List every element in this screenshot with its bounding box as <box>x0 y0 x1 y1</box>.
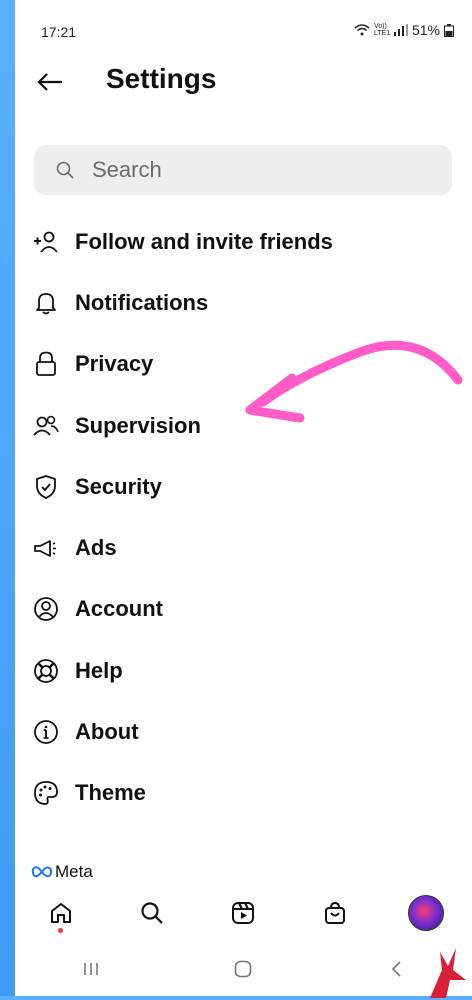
palette-icon <box>32 779 60 807</box>
settings-menu: Follow and invite friends Notifications … <box>15 211 472 824</box>
lifebuoy-icon <box>32 657 60 685</box>
info-icon <box>32 718 60 746</box>
menu-item-supervision[interactable]: Supervision <box>15 395 472 456</box>
menu-item-label: About <box>75 719 139 745</box>
search-nav-icon[interactable] <box>130 891 174 935</box>
menu-item-label: Notifications <box>75 289 209 315</box>
menu-item-help[interactable]: Help <box>15 640 472 701</box>
search-icon <box>56 160 76 180</box>
menu-item-privacy[interactable]: Privacy <box>15 334 472 395</box>
menu-item-follow-invite[interactable]: Follow and invite friends <box>15 211 472 272</box>
search-placeholder: Search <box>92 157 162 182</box>
menu-item-label: Follow and invite friends <box>75 228 333 254</box>
network-label: Vo)) LTE1 <box>373 23 391 37</box>
menu-item-label: Account <box>75 596 163 622</box>
status-bar: 17:21 Vo)) LTE1 51% <box>15 0 472 60</box>
menu-item-label: Security <box>75 473 162 499</box>
home-button-icon[interactable] <box>223 949 263 989</box>
phone-screen: 17:21 Vo)) LTE1 51% Settings Search Foll… <box>15 0 472 996</box>
megaphone-icon <box>32 534 60 562</box>
menu-item-ads[interactable]: Ads <box>15 517 472 578</box>
menu-item-label: Theme <box>75 780 146 806</box>
avatar <box>408 895 445 931</box>
notification-dot <box>58 928 64 933</box>
signal-icon <box>393 24 408 36</box>
page-header: Settings <box>15 55 472 105</box>
shield-check-icon <box>32 473 60 501</box>
back-nav-icon[interactable] <box>376 949 416 989</box>
search-input[interactable]: Search <box>34 145 452 195</box>
battery-icon <box>444 23 454 37</box>
menu-item-security[interactable]: Security <box>15 456 472 517</box>
menu-item-about[interactable]: About <box>15 701 472 762</box>
menu-item-label: Help <box>75 657 123 683</box>
arrow-left-icon[interactable] <box>33 65 67 99</box>
lock-icon <box>32 350 60 378</box>
red-splash-icon <box>430 948 466 998</box>
page-title: Settings <box>106 63 217 94</box>
menu-item-theme[interactable]: Theme <box>15 763 472 824</box>
bottom-nav <box>15 885 472 941</box>
meta-infinity-icon <box>31 866 53 878</box>
meta-brand-text: Meta <box>55 862 93 881</box>
reels-icon[interactable] <box>221 891 265 935</box>
menu-item-account[interactable]: Account <box>15 579 472 640</box>
menu-item-notifications[interactable]: Notifications <box>15 272 472 333</box>
bell-icon <box>32 289 60 317</box>
status-time: 17:21 <box>41 24 77 40</box>
status-indicators: Vo)) LTE1 51% <box>354 22 454 38</box>
battery-text: 51% <box>411 22 440 38</box>
wifi-icon <box>354 24 370 36</box>
profile-avatar[interactable] <box>404 891 448 935</box>
meta-logo: Meta <box>31 862 93 882</box>
people-icon <box>32 412 60 440</box>
system-nav-bar <box>15 942 472 996</box>
home-icon[interactable] <box>39 891 83 935</box>
menu-item-label: Supervision <box>75 412 201 438</box>
menu-item-label: Ads <box>75 535 117 561</box>
add-person-icon <box>32 228 60 256</box>
shop-icon[interactable] <box>313 891 357 935</box>
recent-apps-icon[interactable] <box>71 949 111 989</box>
menu-item-label: Privacy <box>75 351 154 377</box>
account-circle-icon <box>32 595 60 623</box>
